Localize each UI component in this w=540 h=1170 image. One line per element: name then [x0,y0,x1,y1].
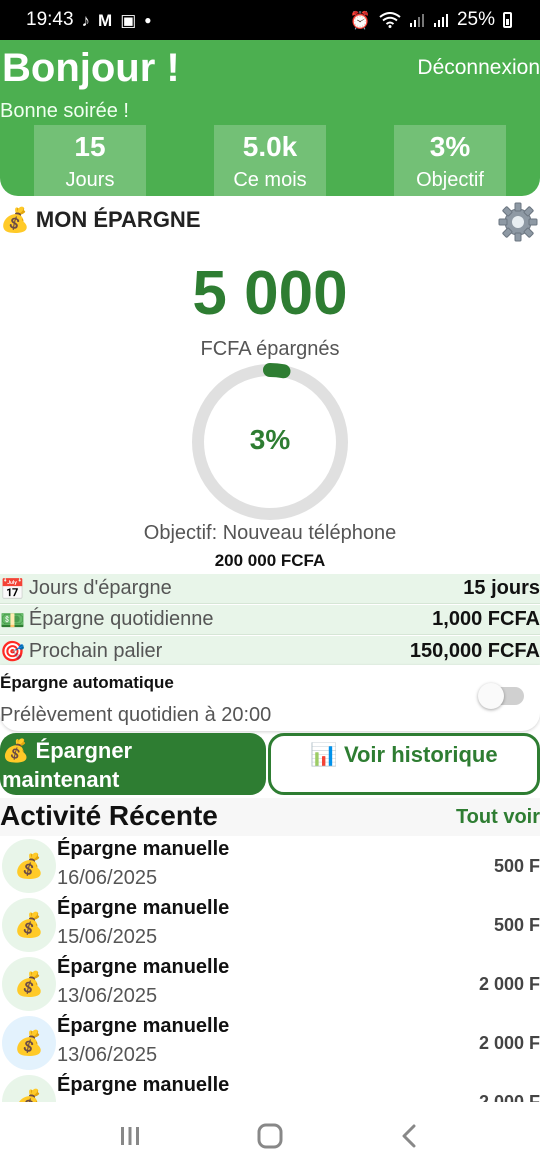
logout-button[interactable]: Déconnexion [417,56,540,80]
target-icon: 🎯 [0,639,25,663]
info-label: Prochain palier [28,639,163,662]
back-icon[interactable] [390,1116,430,1156]
calendar-icon: 📅 [0,576,25,601]
money-bag-icon: 💰 [2,1016,56,1070]
list-item[interactable]: 💰 Épargne manuelle 13/06/2025 2 000 F [0,954,540,1013]
gmail-icon: M [98,10,113,30]
wifi-icon [379,12,401,28]
tx-title: Épargne manuelle [57,1015,230,1037]
info-row-daily: 💵 Épargne quotidienne 1,000 FCFA [0,605,540,635]
info-label-wrap: 📅 Jours d'épargne [0,577,172,601]
auto-savings-card: Épargne automatique Prélèvement quotidie… [0,665,540,731]
list-item[interactable]: 💰 Épargne manuelle 2 000 F [0,1072,540,1102]
tx-amount: 2 000 F [478,974,540,994]
stat-goal: 3% Objectif [394,125,506,196]
stat-value: 3% [429,131,471,162]
info-label-wrap: 💵 Épargne quotidienne [0,608,214,632]
greeting-subtitle: Bonne soirée ! [0,100,129,122]
auto-savings-subtitle: Prélèvement quotidien à 20:00 [0,704,272,726]
status-bar: 19:43 ♪ M ▣ ● ⏰ 25% [0,0,540,40]
tx-date: 13/06/2025 [57,1044,158,1066]
savings-title: 💰 MON ÉPARGNE [0,206,201,234]
info-label: Épargne quotidienne [28,608,214,630]
stat-days: 15 Jours [34,125,146,196]
battery-text: 25% [456,9,495,30]
money-bag-icon: 💰 [2,1075,56,1102]
list-item[interactable]: 💰 Épargne manuelle 15/06/2025 500 F [0,895,540,954]
signal-icon [409,14,424,27]
info-label-wrap: 🎯 Prochain palier [0,639,162,663]
goal-amount: 200 000 FCFA [214,551,326,570]
stat-label: Ce mois [233,169,307,191]
list-item[interactable]: 💰 Épargne manuelle 16/06/2025 500 F [0,836,540,895]
savings-amount-label: FCFA épargnés [200,338,340,360]
see-all-link[interactable]: Tout voir [456,806,540,829]
stat-label: Objectif [416,169,484,191]
stat-month: 5.0k Ce mois [214,125,326,196]
tx-title: Épargne manuelle [57,838,230,860]
stat-value: 5.0k [242,131,298,162]
progress-percent: 3% [249,424,291,455]
status-time: 19:43 [26,9,74,30]
battery-icon [503,12,512,28]
info-label: Jours d'épargne [28,577,172,599]
info-value: 15 jours [463,577,540,599]
dot-icon: ● [144,13,152,27]
toggle-knob [478,683,504,709]
savings-amount: 5 000 [192,259,348,328]
tx-date: 16/06/2025 [57,867,158,889]
money-bag-icon: 💰 [0,206,30,234]
list-item[interactable]: 💰 Épargne manuelle 13/06/2025 2 000 F [0,1013,540,1072]
money-bag-icon: 💰 [2,957,56,1011]
activity-header: Activité Récente Tout voir [0,798,540,836]
greeting-title: Bonjour ! [2,46,180,90]
activity-title: Activité Récente [0,800,218,831]
home-icon[interactable] [250,1116,290,1156]
save-now-line1: Épargner [35,738,133,763]
tx-amount: 2 000 F [478,1033,540,1053]
view-history-button[interactable]: 📊 Voir historique [268,733,540,795]
auto-savings-title: Épargne automatique [0,673,174,692]
header: Bonjour ! Déconnexion Bonne soirée ! 15 … [0,40,540,196]
gallery-icon: ▣ [120,10,137,30]
tx-title: Épargne manuelle [57,956,230,978]
auto-savings-toggle[interactable] [478,683,524,709]
tiktok-icon: ♪ [81,10,91,30]
alarm-icon: ⏰ [349,10,371,30]
info-row-milestone: 🎯 Prochain palier 150,000 FCFA [0,636,540,666]
info-value: 1,000 FCFA [432,608,540,630]
tx-amount: 2 000 F [478,1092,540,1102]
signal-icon [433,14,448,27]
system-nav-bar [0,1102,540,1170]
stat-value: 15 [74,131,106,162]
tx-date: 13/06/2025 [57,985,158,1007]
recents-icon[interactable] [110,1116,150,1156]
activity-list[interactable]: 💰 Épargne manuelle 16/06/2025 500 F 💰 Ép… [0,836,540,1102]
money-bag-icon: 💰 [2,898,56,952]
savings-title-text: MON ÉPARGNE [35,207,201,232]
bar-chart-icon: 📊 [310,743,338,768]
info-value: 150,000 FCFA [409,639,540,662]
tx-title: Épargne manuelle [57,897,230,919]
info-row-days: 📅 Jours d'épargne 15 jours [0,574,540,604]
save-now-line2: maintenant [2,767,120,792]
view-history-label: Voir historique [343,742,498,767]
tx-amount: 500 F [493,915,540,935]
tx-amount: 500 F [493,856,540,876]
money-bag-icon: 💰 [2,839,56,893]
stat-label: Jours [65,169,115,191]
tx-title: Épargne manuelle [57,1074,230,1096]
tx-date: 15/06/2025 [57,926,158,948]
status-right: ⏰ 25% [350,9,512,31]
banknote-icon: 💵 [0,607,25,632]
gear-icon[interactable] [496,200,540,244]
save-now-button[interactable]: 💰 Épargner maintenant [0,733,266,795]
status-left: 19:43 ♪ M ▣ ● [26,9,152,31]
money-bag-icon: 💰 [2,739,30,764]
goal-name: Objectif: Nouveau téléphone [143,522,397,544]
